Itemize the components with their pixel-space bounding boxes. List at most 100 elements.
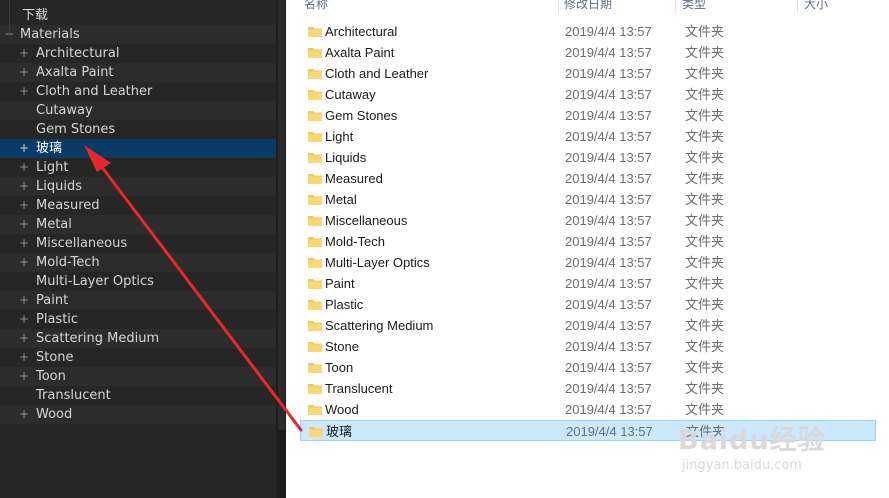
file-row[interactable]: Plastic 2019/4/4 13:57 文件夹 <box>300 294 876 315</box>
tree-item[interactable]: + Scattering Medium <box>0 329 276 348</box>
tree-item-materials[interactable]: − Materials <box>0 25 276 44</box>
folder-icon <box>308 363 322 373</box>
tree-item[interactable]: + Wood <box>0 405 276 424</box>
folder-icon <box>308 342 322 352</box>
tree-item-downloads[interactable]: 下载 <box>0 6 276 25</box>
expand-toggle-icon[interactable]: + <box>19 63 29 82</box>
expand-toggle-icon[interactable]: + <box>19 291 29 310</box>
folder-icon <box>308 258 322 268</box>
tree-item-label: Cloth and Leather <box>36 84 153 99</box>
expand-toggle-icon[interactable]: + <box>19 177 29 196</box>
file-row[interactable]: Cloth and Leather 2019/4/4 13:57 文件夹 <box>300 63 876 84</box>
file-row[interactable]: Gem Stones 2019/4/4 13:57 文件夹 <box>300 105 876 126</box>
tree-item[interactable]: Translucent <box>0 386 276 405</box>
tree-guide-line <box>9 0 10 35</box>
file-row[interactable]: Architectural 2019/4/4 13:57 文件夹 <box>300 21 876 42</box>
file-row[interactable]: Metal 2019/4/4 13:57 文件夹 <box>300 189 876 210</box>
file-row[interactable]: Scattering Medium 2019/4/4 13:57 文件夹 <box>300 315 876 336</box>
file-type: 文件夹 <box>685 129 725 144</box>
tree-item[interactable]: + Mold-Tech <box>0 253 276 272</box>
file-row[interactable]: Wood 2019/4/4 13:57 文件夹 <box>300 399 876 420</box>
file-row[interactable]: Mold-Tech 2019/4/4 13:57 文件夹 <box>300 231 876 252</box>
tree-scrollbar[interactable] <box>277 0 286 498</box>
tree-item-label: Scattering Medium <box>36 331 160 346</box>
expand-toggle-icon[interactable]: + <box>19 405 29 424</box>
tree-item[interactable]: + Miscellaneous <box>0 234 276 253</box>
tree-item[interactable]: + Plastic <box>0 310 276 329</box>
file-row[interactable]: Multi-Layer Optics 2019/4/4 13:57 文件夹 <box>300 252 876 273</box>
file-name: Metal <box>325 192 357 207</box>
folder-icon <box>308 174 322 184</box>
tree-item-label: Paint <box>36 293 69 308</box>
file-name: Plastic <box>325 297 364 312</box>
tree-item-label: Multi-Layer Optics <box>36 274 154 289</box>
tree-item[interactable]: Multi-Layer Optics <box>0 272 276 291</box>
column-divider[interactable] <box>675 0 676 13</box>
column-divider[interactable] <box>797 0 798 13</box>
column-divider[interactable] <box>558 0 559 13</box>
folder-icon <box>308 384 322 394</box>
file-row[interactable]: Toon 2019/4/4 13:57 文件夹 <box>300 357 876 378</box>
file-date-modified: 2019/4/4 13:57 <box>565 108 652 123</box>
tree-item[interactable]: + Paint <box>0 291 276 310</box>
expand-toggle-icon[interactable]: + <box>19 367 29 386</box>
file-name: Light <box>325 129 354 144</box>
expand-toggle-icon[interactable]: + <box>19 196 29 215</box>
file-row[interactable]: Liquids 2019/4/4 13:57 文件夹 <box>300 147 876 168</box>
file-row[interactable]: Measured 2019/4/4 13:57 文件夹 <box>300 168 876 189</box>
file-date-modified: 2019/4/4 13:57 <box>565 297 652 312</box>
column-header: 名称 修改日期 类型 大小 <box>286 0 889 13</box>
tree-item[interactable]: + Cloth and Leather <box>0 82 276 101</box>
column-size[interactable]: 大小 <box>804 0 828 12</box>
tree-item[interactable]: Cutaway <box>0 101 276 120</box>
tree-item[interactable]: + 玻璃 <box>0 139 276 158</box>
file-date-modified: 2019/4/4 13:57 <box>565 213 652 228</box>
file-row[interactable]: Axalta Paint 2019/4/4 13:57 文件夹 <box>300 42 876 63</box>
expand-toggle-icon[interactable]: + <box>19 44 29 63</box>
file-row[interactable]: Translucent 2019/4/4 13:57 文件夹 <box>300 378 876 399</box>
tree-item[interactable]: + Light <box>0 158 276 177</box>
file-row[interactable]: Light 2019/4/4 13:57 文件夹 <box>300 126 876 147</box>
file-type: 文件夹 <box>685 108 725 123</box>
column-name[interactable]: 名称 <box>304 0 328 12</box>
expand-toggle-icon[interactable]: + <box>19 310 29 329</box>
expand-toggle-icon[interactable]: + <box>19 253 29 272</box>
watermark-logo: Baidu经验 <box>678 425 826 456</box>
expand-toggle-icon[interactable]: + <box>19 82 29 101</box>
expand-toggle-icon[interactable]: + <box>19 139 29 158</box>
file-row[interactable]: Cutaway 2019/4/4 13:57 文件夹 <box>300 84 876 105</box>
expand-toggle-icon[interactable]: + <box>19 329 29 348</box>
baidu-jingyan-watermark: Baidu经验 jingyan.baidu.com <box>678 418 878 488</box>
folder-icon <box>308 132 322 142</box>
file-name: Multi-Layer Optics <box>325 255 430 270</box>
material-library-panel: 下载 − Materials + Architectural + Axalta Paint +… <box>0 0 286 498</box>
expand-toggle-icon[interactable]: + <box>19 158 29 177</box>
tree-item-label: 玻璃 <box>36 141 63 156</box>
file-date-modified: 2019/4/4 13:57 <box>565 234 652 249</box>
file-date-modified: 2019/4/4 13:57 <box>566 424 653 439</box>
tree-item[interactable]: + Architectural <box>0 44 276 63</box>
file-row[interactable]: Paint 2019/4/4 13:57 文件夹 <box>300 273 876 294</box>
tree-item[interactable]: + Metal <box>0 215 276 234</box>
expand-toggle-icon[interactable]: + <box>19 348 29 367</box>
expand-toggle-icon[interactable]: + <box>19 215 29 234</box>
tree-item[interactable]: + Liquids <box>0 177 276 196</box>
file-date-modified: 2019/4/4 13:57 <box>565 360 652 375</box>
tree-item-label: Materials <box>20 27 80 42</box>
tree-item-label: 下载 <box>22 8 49 23</box>
tree-item[interactable]: Gem Stones <box>0 120 276 139</box>
tree-item[interactable]: + Axalta Paint <box>0 63 276 82</box>
tree-item[interactable]: + Measured <box>0 196 276 215</box>
file-row[interactable]: Miscellaneous 2019/4/4 13:57 文件夹 <box>300 210 876 231</box>
file-row[interactable]: Stone 2019/4/4 13:57 文件夹 <box>300 336 876 357</box>
column-type[interactable]: 类型 <box>682 0 706 12</box>
folder-icon <box>308 111 322 121</box>
tree-scrollbar-thumb[interactable] <box>278 0 285 430</box>
file-date-modified: 2019/4/4 13:57 <box>565 24 652 39</box>
tree-item[interactable]: + Stone <box>0 348 276 367</box>
tree-item[interactable]: + Toon <box>0 367 276 386</box>
file-date-modified: 2019/4/4 13:57 <box>565 87 652 102</box>
file-type: 文件夹 <box>685 276 725 291</box>
expand-toggle-icon[interactable]: + <box>19 234 29 253</box>
column-date-modified[interactable]: 修改日期 <box>564 0 612 12</box>
